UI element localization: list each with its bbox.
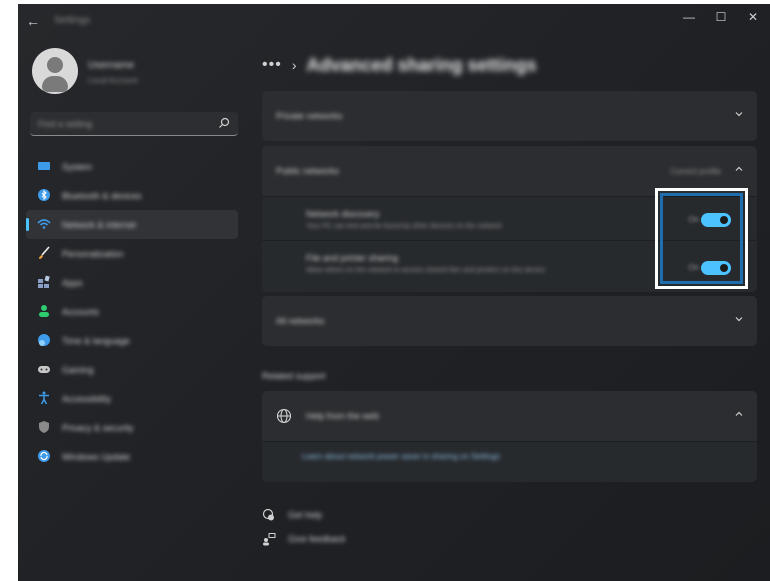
active-indicator	[26, 218, 29, 231]
apps-icon	[38, 275, 50, 288]
breadcrumb-more-button[interactable]: •••	[262, 56, 282, 74]
sidebar: Username Local Account Find a setting Sy…	[18, 38, 248, 581]
chevron-up-icon	[735, 166, 743, 171]
sidebar-item-label: Time & language	[62, 336, 130, 346]
help-chat-icon	[262, 508, 274, 521]
sidebar-item-accessibility[interactable]: Accessibility	[26, 384, 238, 413]
sidebar-item-label: Apps	[62, 278, 83, 288]
search-icon	[219, 117, 230, 128]
sidebar-item-bluetooth[interactable]: Bluetooth & devices	[26, 181, 238, 210]
sidebar-item-privacy[interactable]: Privacy & security	[26, 413, 238, 442]
sidebar-item-personalization[interactable]: Personalization	[26, 239, 238, 268]
brush-icon	[39, 246, 50, 259]
globe-icon	[276, 408, 292, 424]
toggle-highlight-box	[655, 188, 748, 289]
app-title: Settings	[54, 15, 91, 26]
sidebar-item-time-language[interactable]: Time & language	[26, 326, 238, 355]
person-icon	[39, 305, 49, 317]
related-support-heading: Related support	[262, 371, 326, 381]
card-title: All networks	[276, 316, 325, 326]
get-help-label: Get help	[288, 510, 323, 520]
maximize-button[interactable]: ☐	[706, 8, 736, 28]
current-profile-label: Current profile	[670, 167, 721, 176]
card-title: Public networks	[276, 166, 340, 176]
profile-email: Local Account	[88, 76, 138, 85]
search-input[interactable]: Find a setting	[30, 112, 238, 136]
search-placeholder: Find a setting	[38, 119, 93, 129]
sidebar-item-label: Windows Update	[62, 452, 131, 462]
sidebar-item-label: Network & internet	[62, 220, 137, 230]
sidebar-item-apps[interactable]: Apps	[26, 268, 238, 297]
main-content: ••• › Advanced sharing settings Private …	[258, 38, 770, 581]
monitor-icon	[38, 162, 50, 170]
sidebar-item-system[interactable]: System	[26, 152, 238, 181]
sidebar-item-windows-update[interactable]: Windows Update	[26, 442, 238, 471]
setting-description: Allow others on the network to access sh…	[306, 267, 545, 274]
sidebar-item-label: Accounts	[62, 307, 100, 317]
back-arrow-icon[interactable]: ←	[26, 13, 42, 29]
sidebar-nav: System Bluetooth & devices Network & int…	[26, 152, 240, 471]
minimize-button[interactable]: —	[674, 8, 704, 28]
bluetooth-icon	[38, 189, 50, 201]
help-link-row	[262, 441, 757, 482]
setting-title: File and printer sharing	[306, 253, 399, 263]
accessibility-icon	[39, 391, 49, 405]
chevron-up-icon	[735, 411, 743, 416]
card-title: Private networks	[276, 111, 343, 121]
profile-card[interactable]: Username Local Account	[32, 48, 242, 98]
shield-icon	[39, 421, 49, 433]
settings-window: ← Settings — ☐ ✕ Username Local Account …	[18, 4, 770, 581]
give-feedback-link[interactable]: Give feedback	[262, 532, 346, 546]
private-networks-card[interactable]: Private networks	[262, 91, 757, 141]
title-bar: ← Settings — ☐ ✕	[18, 4, 770, 38]
avatar	[32, 48, 78, 94]
sidebar-item-label: Privacy & security	[62, 423, 134, 433]
page-title: Advanced sharing settings	[306, 54, 537, 75]
help-link[interactable]: Learn about network power saver in shari…	[302, 452, 500, 461]
help-from-web-card[interactable]: Help from the web	[262, 391, 757, 441]
give-feedback-label: Give feedback	[288, 534, 346, 544]
chevron-right-icon: ›	[291, 57, 297, 73]
profile-name: Username	[88, 60, 135, 71]
feedback-icon	[263, 533, 276, 546]
gamepad-icon	[38, 366, 50, 373]
get-help-link[interactable]: Get help	[262, 508, 322, 522]
sidebar-item-label: Accessibility	[62, 394, 112, 404]
sidebar-item-label: Personalization	[62, 249, 124, 259]
setting-description: Your PC can find and be found by other d…	[306, 223, 502, 230]
chevron-down-icon	[735, 317, 743, 322]
breadcrumb: ••• › Advanced sharing settings	[262, 50, 537, 80]
sidebar-item-label: Gaming	[62, 365, 94, 375]
chevron-down-icon	[735, 112, 743, 117]
close-button[interactable]: ✕	[738, 8, 768, 28]
sidebar-item-accounts[interactable]: Accounts	[26, 297, 238, 326]
update-icon	[38, 450, 50, 462]
all-networks-card[interactable]: All networks	[262, 296, 757, 346]
sidebar-item-label: System	[62, 162, 93, 172]
sidebar-item-network[interactable]: Network & internet	[26, 210, 238, 239]
setting-title: Network discovery	[306, 209, 380, 219]
sidebar-item-label: Bluetooth & devices	[62, 191, 142, 201]
wifi-icon	[37, 219, 51, 229]
globe-clock-icon	[38, 334, 50, 346]
sidebar-item-gaming[interactable]: Gaming	[26, 355, 238, 384]
card-title: Help from the web	[306, 411, 380, 421]
